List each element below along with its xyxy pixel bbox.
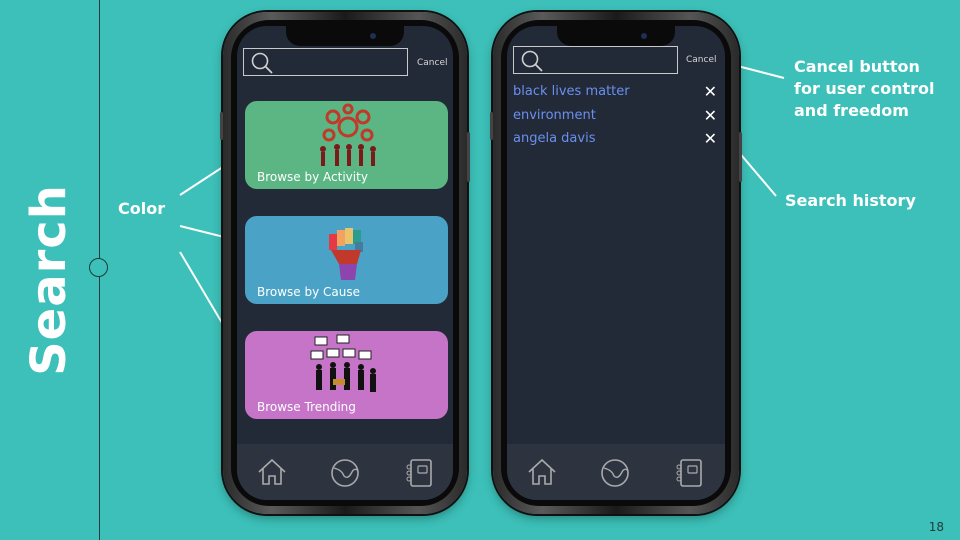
globe-icon[interactable] [600, 458, 630, 488]
browse-trending-label: Browse Trending [257, 400, 356, 414]
browse-activity-card[interactable]: Browse by Activity [245, 101, 448, 189]
remove-history-icon[interactable]: ✕ [704, 82, 717, 101]
search-history-text[interactable]: environment [513, 108, 596, 123]
phone-right-screen: Cancel black lives matter ✕ environment … [507, 26, 725, 500]
phone-power-button [467, 132, 470, 182]
search-history-item[interactable]: environment ✕ [513, 106, 717, 128]
search-icon [521, 50, 543, 72]
search-history-item[interactable]: black lives matter ✕ [513, 82, 717, 104]
phone-power-button [739, 132, 742, 182]
search-history-text[interactable]: angela davis [513, 131, 595, 146]
browse-cause-card[interactable]: Browse by Cause [245, 216, 448, 304]
phone-left-screen: Cancel Browse by Activity Browse by Caus… [237, 26, 453, 500]
phone-notch [557, 26, 675, 46]
home-icon[interactable] [527, 458, 557, 486]
globe-icon[interactable] [330, 458, 360, 488]
remove-history-icon[interactable]: ✕ [704, 106, 717, 125]
browse-trending-card[interactable]: Browse Trending [245, 331, 448, 419]
search-history-item[interactable]: angela davis ✕ [513, 129, 717, 151]
bottom-nav-bar [507, 444, 725, 500]
phone-volume-button [220, 112, 223, 140]
protest-crowd-icon [310, 334, 376, 392]
search-history-text[interactable]: black lives matter [513, 84, 630, 99]
phone-left: Cancel Browse by Activity Browse by Caus… [220, 12, 470, 514]
notebook-icon[interactable] [675, 458, 703, 488]
phone-volume-button [490, 112, 493, 140]
annotation-color: Color [118, 199, 166, 218]
browse-activity-label: Browse by Activity [257, 170, 368, 184]
browse-cause-label: Browse by Cause [257, 285, 361, 299]
search-input[interactable] [513, 46, 678, 74]
notebook-icon[interactable] [405, 458, 433, 488]
annotation-history: Search history [785, 191, 916, 210]
cancel-button[interactable]: Cancel [417, 58, 448, 68]
phone-notch [286, 26, 404, 46]
gears-people-icon [320, 103, 376, 166]
page-number: 18 [928, 520, 944, 534]
cancel-button[interactable]: Cancel [686, 55, 717, 65]
bottom-nav-bar [237, 444, 453, 500]
raised-fist-icon [329, 228, 363, 280]
home-icon[interactable] [257, 458, 287, 486]
phone-right: Cancel black lives matter ✕ environment … [490, 12, 742, 514]
search-icon [251, 52, 273, 74]
remove-history-icon[interactable]: ✕ [704, 129, 717, 148]
annotation-cancel: Cancel button for user control and freed… [794, 57, 935, 120]
search-input[interactable] [243, 48, 408, 76]
